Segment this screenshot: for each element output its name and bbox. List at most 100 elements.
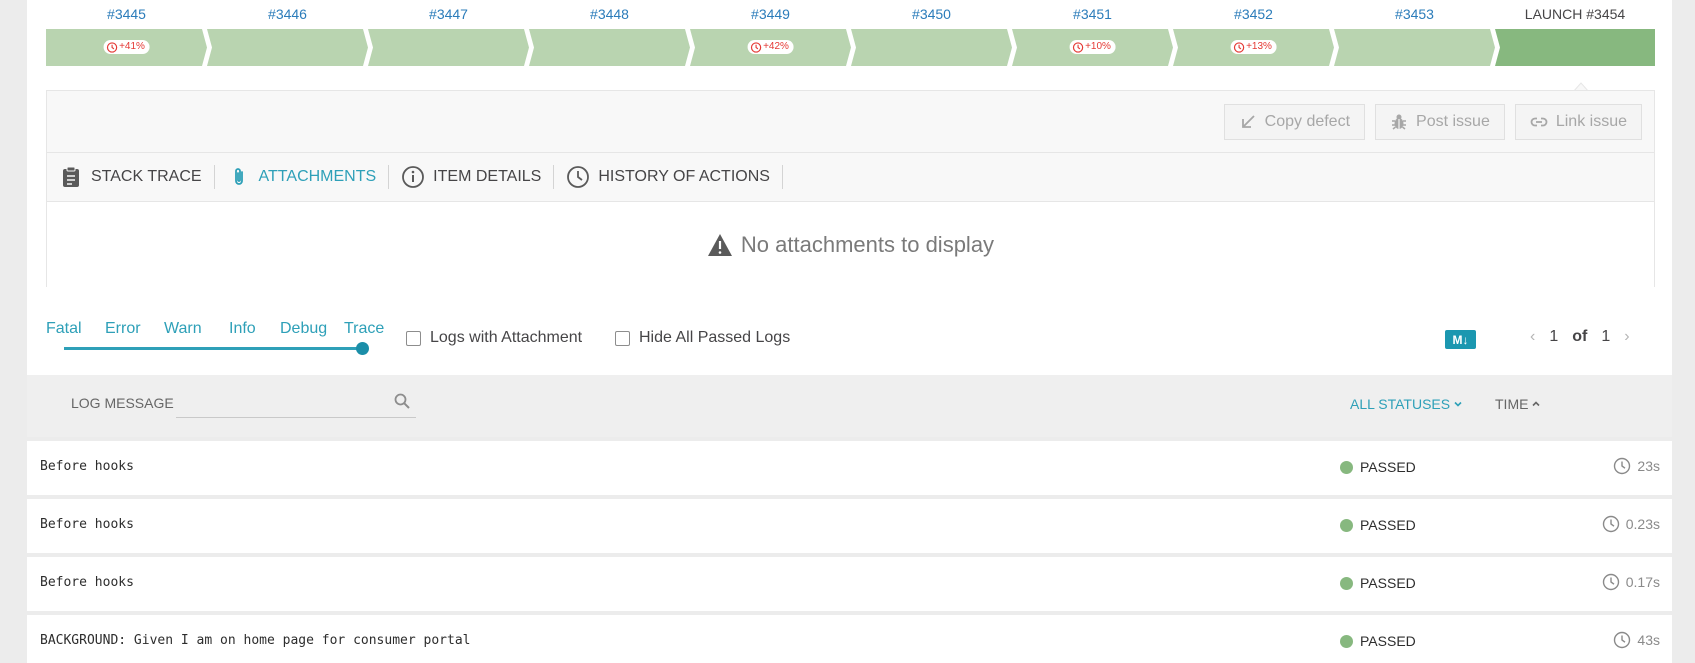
log-message: Before hooks — [40, 575, 134, 590]
duration-badge-value: +42% — [763, 41, 789, 52]
checkbox-box[interactable] — [406, 330, 421, 346]
pagination: ‹ 1 of 1 › — [1530, 328, 1630, 346]
log-level-warn[interactable]: Warn — [164, 320, 202, 338]
table-row[interactable]: Before hooks PASSED 23s — [27, 437, 1672, 491]
post-issue-button[interactable]: Post issue — [1375, 104, 1505, 140]
markdown-toggle[interactable]: M↓ — [1445, 330, 1476, 349]
warning-icon — [707, 233, 732, 256]
duration-badge-value: +10% — [1085, 41, 1111, 52]
history-item[interactable]: #3445 +41% — [46, 0, 207, 70]
page-of-label: of — [1572, 328, 1588, 345]
history-bar-current — [1495, 29, 1655, 66]
log-level-info[interactable]: Info — [229, 320, 256, 338]
clock-icon — [1233, 41, 1244, 53]
total-pages: 1 — [1601, 328, 1611, 345]
log-table-header: LOG MESSAGE ALL STATUSES TIME — [27, 375, 1672, 437]
logs-with-attachment-checkbox[interactable]: Logs with Attachment — [406, 329, 582, 347]
log-time: 23s — [1613, 457, 1660, 475]
history-item-label[interactable]: #3452 — [1173, 6, 1334, 22]
clock-icon — [1602, 515, 1619, 533]
duration-badge: +13% — [1230, 40, 1277, 54]
table-row[interactable]: Before hooks PASSED 0.17s — [27, 553, 1672, 607]
tab-history-of-actions[interactable]: HISTORY OF ACTIONS — [554, 165, 783, 189]
log-level-debug[interactable]: Debug — [280, 320, 327, 338]
log-time: 43s — [1613, 631, 1660, 649]
item-details-panel: Copy defect Post issue Link issue STACK … — [46, 90, 1655, 287]
log-level-trace[interactable]: Trace — [344, 320, 384, 338]
info-icon — [402, 166, 425, 188]
link-issue-label: Link issue — [1555, 113, 1627, 130]
status-badge: PASSED — [1340, 459, 1416, 475]
tab-label: ATTACHMENTS — [258, 168, 377, 185]
status-dot — [1340, 576, 1353, 590]
link-icon — [1530, 117, 1548, 127]
log-time-value: 43s — [1637, 632, 1660, 648]
status-badge: PASSED — [1340, 517, 1416, 533]
history-item-label[interactable]: #3448 — [529, 6, 690, 22]
table-row[interactable]: BACKGROUND: Given I am on home page for … — [27, 611, 1672, 663]
history-item[interactable]: #3451 +10% — [1012, 0, 1173, 70]
history-item[interactable]: #3449 +42% — [690, 0, 851, 70]
history-bar — [529, 29, 690, 66]
clock-icon — [1614, 631, 1631, 649]
history-item-current: LAUNCH #3454 — [1495, 0, 1655, 70]
arrow-down-left-icon — [1241, 115, 1255, 128]
prev-page-button[interactable]: ‹ — [1530, 328, 1535, 346]
duration-badge-value: +13% — [1246, 41, 1272, 52]
history-item-label[interactable]: #3447 — [368, 6, 529, 22]
checkbox-label: Logs with Attachment — [430, 329, 583, 346]
hide-passed-logs-checkbox[interactable]: Hide All Passed Logs — [615, 329, 790, 347]
log-level-track[interactable] — [64, 347, 364, 350]
history-item[interactable]: #3452 +13% — [1173, 0, 1334, 70]
history-item-label[interactable]: #3445 — [46, 6, 207, 22]
tab-attachments[interactable]: ATTACHMENTS — [215, 165, 390, 189]
log-time-value: 0.17s — [1625, 574, 1660, 590]
log-message: BACKGROUND: Given I am on home page for … — [40, 633, 471, 648]
history-bar — [368, 29, 529, 66]
copy-defect-label: Copy defect — [1264, 113, 1351, 130]
next-page-button[interactable]: › — [1624, 328, 1629, 346]
chevron-up-icon — [1532, 401, 1541, 407]
launch-history: #3445 +41% #3446 #3447 #3448 #3449 +42% … — [46, 0, 1655, 70]
log-level-handle[interactable] — [356, 342, 369, 355]
table-row[interactable]: Before hooks PASSED 0.23s — [27, 495, 1672, 549]
defect-actions: Copy defect Post issue Link issue — [1223, 104, 1642, 140]
status-label: PASSED — [1360, 575, 1416, 591]
status-dot — [1340, 634, 1353, 648]
tab-stack-trace[interactable]: STACK TRACE — [59, 165, 215, 189]
clock-icon — [1602, 573, 1619, 591]
copy-defect-button[interactable]: Copy defect — [1223, 104, 1366, 140]
paperclip-icon — [234, 168, 243, 185]
history-item-label[interactable]: #3446 — [207, 6, 368, 22]
history-item-label[interactable]: #3451 — [1012, 6, 1173, 22]
bug-icon — [1392, 114, 1407, 130]
history-bar — [851, 29, 1012, 66]
log-message: Before hooks — [40, 459, 134, 474]
clock-icon — [1072, 41, 1083, 53]
history-item-label[interactable]: #3450 — [851, 6, 1012, 22]
clock-icon — [1614, 457, 1631, 475]
history-item[interactable]: #3447 — [368, 0, 529, 70]
clipboard-icon — [63, 166, 79, 187]
history-item[interactable]: #3446 — [207, 0, 368, 70]
log-level-fatal[interactable]: Fatal — [46, 320, 82, 338]
history-item[interactable]: #3450 — [851, 0, 1012, 70]
history-item[interactable]: #3448 — [529, 0, 690, 70]
status-dot — [1340, 460, 1353, 474]
link-issue-button[interactable]: Link issue — [1514, 104, 1642, 140]
log-level-error[interactable]: Error — [105, 320, 141, 338]
clock-icon — [567, 166, 590, 188]
log-search-input[interactable] — [176, 384, 416, 417]
search-icon[interactable] — [394, 393, 410, 409]
checkbox-label: Hide All Passed Logs — [639, 329, 791, 346]
checkbox-box[interactable] — [615, 330, 630, 346]
history-item-label[interactable]: #3453 — [1334, 6, 1495, 22]
tab-item-details[interactable]: ITEM DETAILS — [389, 165, 555, 189]
history-item[interactable]: #3453 — [1334, 0, 1495, 70]
history-item-label[interactable]: #3449 — [690, 6, 851, 22]
current-page: 1 — [1549, 328, 1559, 345]
all-statuses-dropdown[interactable]: ALL STATUSES — [1350, 396, 1463, 412]
history-bar — [207, 29, 368, 66]
current-launch-label: LAUNCH #3454 — [1524, 6, 1626, 22]
time-sort-header[interactable]: TIME — [1495, 396, 1541, 412]
